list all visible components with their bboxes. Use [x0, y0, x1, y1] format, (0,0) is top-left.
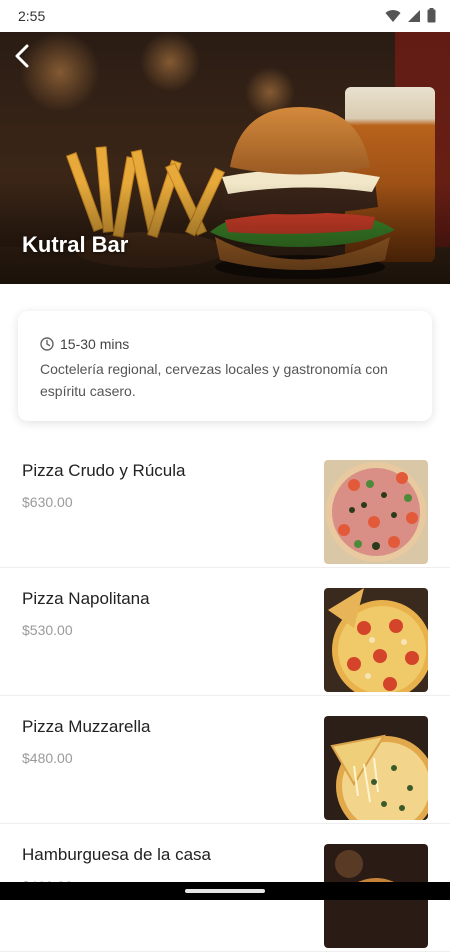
restaurant-hero-image: Kutral Bar [0, 32, 450, 284]
pizza-napolitana-photo [324, 588, 428, 692]
menu-list: Pizza Crudo y Rúcula $630.00 Pizza Napol… [0, 440, 450, 952]
back-arrow-icon [15, 44, 29, 68]
home-gesture-handle[interactable] [185, 889, 265, 893]
delivery-time: 15-30 mins [40, 336, 129, 352]
back-button[interactable] [6, 40, 38, 72]
menu-item[interactable]: Pizza Muzzarella $480.00 [0, 696, 450, 824]
menu-item-name: Hamburguesa de la casa [22, 845, 212, 864]
status-bar: 2:55 [0, 0, 450, 32]
menu-item[interactable]: Pizza Napolitana $530.00 [0, 568, 450, 696]
menu-item-name: Pizza Napolitana [22, 589, 150, 608]
menu-item[interactable]: Pizza Crudo y Rúcula $630.00 [0, 440, 450, 568]
restaurant-title: Kutral Bar [22, 232, 129, 257]
menu-item-name: Pizza Muzzarella [22, 717, 151, 736]
battery-icon [427, 8, 436, 23]
wifi-icon [385, 9, 401, 22]
pizza-muzzarella-photo [324, 716, 428, 820]
clock-icon [40, 337, 54, 351]
status-time: 2:55 [18, 8, 46, 24]
menu-item-name: Pizza Crudo y Rúcula [22, 461, 186, 480]
restaurant-info-card: 15-30 mins Coctelería regional, cervezas… [18, 311, 432, 421]
system-navigation-bar [0, 882, 450, 900]
signal-icon [408, 9, 420, 22]
restaurant-description: Coctelería regional, cervezas locales y … [40, 361, 388, 399]
delivery-time-text: 15-30 mins [60, 336, 130, 352]
menu-item-price: $480.00 [22, 750, 73, 766]
menu-item-price: $630.00 [22, 494, 73, 510]
menu-item-price: $530.00 [22, 622, 73, 638]
status-icons [385, 8, 436, 23]
pizza-crudo-rucula-photo [324, 460, 428, 564]
